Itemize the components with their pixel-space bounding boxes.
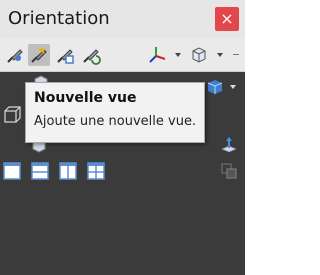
- single-viewport-button[interactable]: [3, 162, 21, 180]
- link-views-icon: [221, 163, 237, 179]
- pin-view-button[interactable]: [4, 44, 26, 66]
- isometric-view-button[interactable]: [206, 78, 224, 96]
- view-selector-triad-icon: [149, 47, 166, 63]
- two-vertical-viewports-icon: [59, 162, 77, 180]
- toolbar: [0, 38, 245, 72]
- view-selector-dropdown-arrow[interactable]: [175, 53, 181, 57]
- toolbar-overflow-handle[interactable]: [233, 54, 239, 55]
- update-view-icon: [57, 49, 74, 64]
- two-vertical-viewports-button[interactable]: [59, 162, 77, 180]
- orientation-window: Orientation × Nouvelle vue Ajoute une no…: [0, 0, 245, 275]
- four-viewports-icon: [87, 162, 105, 180]
- front-view-button[interactable]: [3, 106, 21, 124]
- window-title: Orientation: [8, 8, 110, 29]
- display-style-button[interactable]: [188, 44, 210, 66]
- new-view-icon: [31, 46, 47, 63]
- pin-view-icon: [7, 49, 23, 63]
- wireframe-cube-icon: [4, 106, 21, 123]
- tooltip: Nouvelle vue Ajoute une nouvelle vue.: [25, 82, 205, 143]
- two-horizontal-viewports-button[interactable]: [31, 162, 49, 180]
- tooltip-description: Ajoute une nouvelle vue.: [34, 114, 197, 129]
- link-views-button[interactable]: [220, 162, 238, 180]
- close-button[interactable]: ×: [215, 7, 239, 31]
- normal-to-button[interactable]: [220, 136, 238, 154]
- reset-view-icon: [83, 49, 101, 65]
- four-viewports-button[interactable]: [87, 162, 105, 180]
- reset-view-button[interactable]: [80, 44, 102, 66]
- title-bar[interactable]: Orientation ×: [0, 0, 245, 38]
- display-style-dropdown-arrow[interactable]: [217, 53, 223, 57]
- isometric-dropdown-arrow[interactable]: [230, 85, 236, 89]
- display-style-icon: [192, 47, 206, 63]
- isometric-cube-icon: [207, 80, 223, 94]
- two-horizontal-viewports-icon: [31, 162, 49, 180]
- view-selector-button[interactable]: [146, 44, 168, 66]
- update-view-button[interactable]: [54, 44, 76, 66]
- single-viewport-icon: [3, 162, 21, 180]
- normal-to-icon: [220, 137, 238, 153]
- tooltip-title: Nouvelle vue: [34, 90, 137, 106]
- new-view-button[interactable]: [28, 44, 50, 66]
